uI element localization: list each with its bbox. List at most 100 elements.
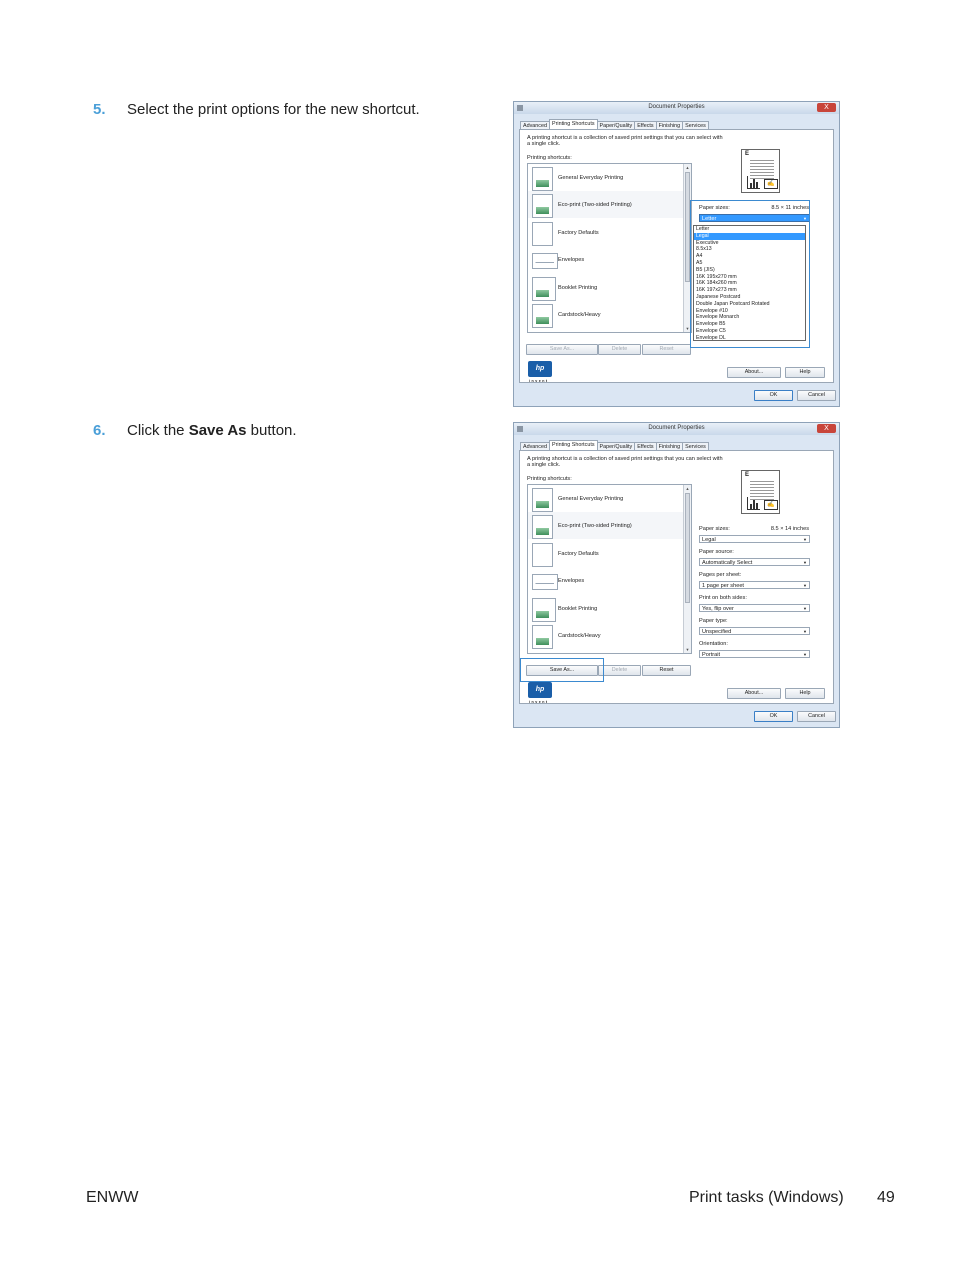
hp-tagline: invent <box>529 379 549 383</box>
select-value: Legal <box>702 537 716 543</box>
scroll-up-icon[interactable]: ▲ <box>684 164 691 171</box>
highlight-frame <box>690 200 810 348</box>
list-item[interactable]: General Everyday Printing <box>528 485 683 512</box>
tab-strip: Advanced Printing Shortcuts Paper/Quality E… <box>520 119 709 131</box>
list-item[interactable]: General Everyday Printing <box>528 164 683 191</box>
hp-tagline: invent <box>529 700 549 704</box>
duplex-document-icon <box>532 515 553 539</box>
close-button[interactable]: X <box>817 103 836 112</box>
reset-button[interactable]: Reset <box>642 665 691 676</box>
scroll-thumb[interactable] <box>685 493 690 603</box>
setting-select[interactable]: Legal ▼ <box>699 535 810 543</box>
page-preview-icon: E ✍ <box>741 470 780 514</box>
chevron-down-icon[interactable]: ▼ <box>803 582 807 590</box>
delete-button[interactable]: Delete <box>598 344 641 355</box>
chevron-down-icon[interactable]: ▼ <box>803 605 807 613</box>
step-text: Click the <box>127 422 189 439</box>
ok-button[interactable]: OK <box>754 390 793 401</box>
scroll-up-icon[interactable]: ▲ <box>684 485 691 492</box>
field-label: Paper source: <box>699 549 734 555</box>
help-button[interactable]: Help <box>785 688 825 699</box>
paper-sizes-dimensions: 8.5 × 14 inches <box>770 526 809 532</box>
field-label: Orientation: <box>699 641 728 647</box>
list-scrollbar[interactable]: ▲ ▼ <box>683 485 691 653</box>
close-button[interactable]: X <box>817 424 836 433</box>
list-item[interactable]: Envelopes <box>528 246 683 273</box>
setting-select[interactable]: 1 page per sheet ▼ <box>699 581 810 589</box>
cancel-button[interactable]: Cancel <box>797 390 836 401</box>
setting-select[interactable]: Yes, flip over ▼ <box>699 604 810 612</box>
list-item[interactable]: Cardstock/Heavy <box>528 301 683 328</box>
highlight-frame <box>520 658 604 682</box>
shortcut-description: A printing shortcut is a collection of s… <box>527 456 723 468</box>
list-item[interactable]: Factory Defaults <box>528 219 683 246</box>
title-bar[interactable]: Document Properties X <box>514 423 839 435</box>
hp-logo: hp <box>528 361 552 377</box>
chevron-down-icon[interactable]: ▼ <box>803 536 807 544</box>
document-properties-dialog: Document Properties X Advanced Printing S… <box>513 422 840 728</box>
envelope-icon <box>532 253 558 269</box>
shortcut-description: A printing shortcut is a collection of s… <box>527 135 723 147</box>
page-number: 49 <box>877 1189 895 1206</box>
ok-button[interactable]: OK <box>754 711 793 722</box>
dialog-title: Document Properties <box>648 104 705 110</box>
cardstock-icon <box>532 304 553 328</box>
step-6: 6. Click the Save As button. <box>93 422 297 439</box>
footer-section: Print tasks (Windows) <box>689 1189 844 1206</box>
step-text-after: button. <box>246 422 297 439</box>
select-value: Yes, flip over <box>702 606 734 612</box>
setting-select[interactable]: Portrait ▼ <box>699 650 810 658</box>
list-item[interactable]: Booklet Printing <box>528 595 683 622</box>
envelope-icon <box>532 574 558 590</box>
field-label: Paper sizes: <box>699 526 730 532</box>
cardstock-icon <box>532 625 553 649</box>
setting-select[interactable]: Unspecified ▼ <box>699 627 810 635</box>
shortcuts-label: Printing shortcuts: <box>527 155 572 161</box>
cancel-button[interactable]: Cancel <box>797 711 836 722</box>
document-icon <box>532 488 553 512</box>
select-value: Unspecified <box>702 629 732 635</box>
select-value: Portrait <box>702 652 721 658</box>
field-label: Pages per sheet: <box>699 572 742 578</box>
blank-page-icon <box>532 222 553 246</box>
duplex-document-icon <box>532 194 553 218</box>
list-item[interactable]: Eco-print (Two-sided Printing) <box>528 191 683 218</box>
list-item[interactable]: Eco-print (Two-sided Printing) <box>528 512 683 539</box>
select-value: 1 page per sheet <box>702 583 744 589</box>
step-text: Select the print options for the new sho… <box>127 101 420 118</box>
document-properties-dialog: Document Properties X Advanced Printing S… <box>513 101 840 407</box>
setting-select[interactable]: Automatically Select ▼ <box>699 558 810 566</box>
list-item[interactable]: Envelopes <box>528 567 683 594</box>
hp-logo: hp <box>528 682 552 698</box>
reset-button[interactable]: Reset <box>642 344 691 355</box>
chevron-down-icon[interactable]: ▼ <box>803 651 807 659</box>
help-button[interactable]: Help <box>785 367 825 378</box>
list-item[interactable]: Cardstock/Heavy <box>528 622 683 649</box>
shortcuts-list[interactable]: General Everyday Printing Eco-print (Two… <box>527 163 692 333</box>
select-value: Automatically Select <box>702 560 753 566</box>
about-button[interactable]: About... <box>727 367 781 378</box>
document-icon <box>532 167 553 191</box>
delete-button[interactable]: Delete <box>598 665 641 676</box>
step-bold-text: Save As <box>188 422 247 439</box>
field-label: Paper type: <box>699 618 728 624</box>
shortcuts-label: Printing shortcuts: <box>527 476 572 482</box>
chevron-down-icon[interactable]: ▼ <box>803 559 807 567</box>
dialog-title: Document Properties <box>648 425 705 431</box>
shortcuts-list[interactable]: General Everyday Printing Eco-print (Two… <box>527 484 692 654</box>
page-preview-icon: E ✍ <box>741 149 780 193</box>
save-as-button[interactable]: Save As... <box>526 344 598 355</box>
blank-page-icon <box>532 543 553 567</box>
title-bar[interactable]: Document Properties X <box>514 102 839 114</box>
step-number: 5. <box>93 101 106 118</box>
booklet-icon <box>532 598 556 622</box>
booklet-icon <box>532 277 556 301</box>
list-item[interactable]: Booklet Printing <box>528 274 683 301</box>
scroll-down-icon[interactable]: ▼ <box>684 646 691 653</box>
step-5: 5. Select the print options for the new s… <box>93 101 420 118</box>
about-button[interactable]: About... <box>727 688 781 699</box>
list-item[interactable]: Factory Defaults <box>528 540 683 567</box>
tab-strip: Advanced Printing Shortcuts Paper/Quality E… <box>520 440 709 452</box>
footer-left: ENWW <box>86 1189 139 1206</box>
chevron-down-icon[interactable]: ▼ <box>803 628 807 636</box>
